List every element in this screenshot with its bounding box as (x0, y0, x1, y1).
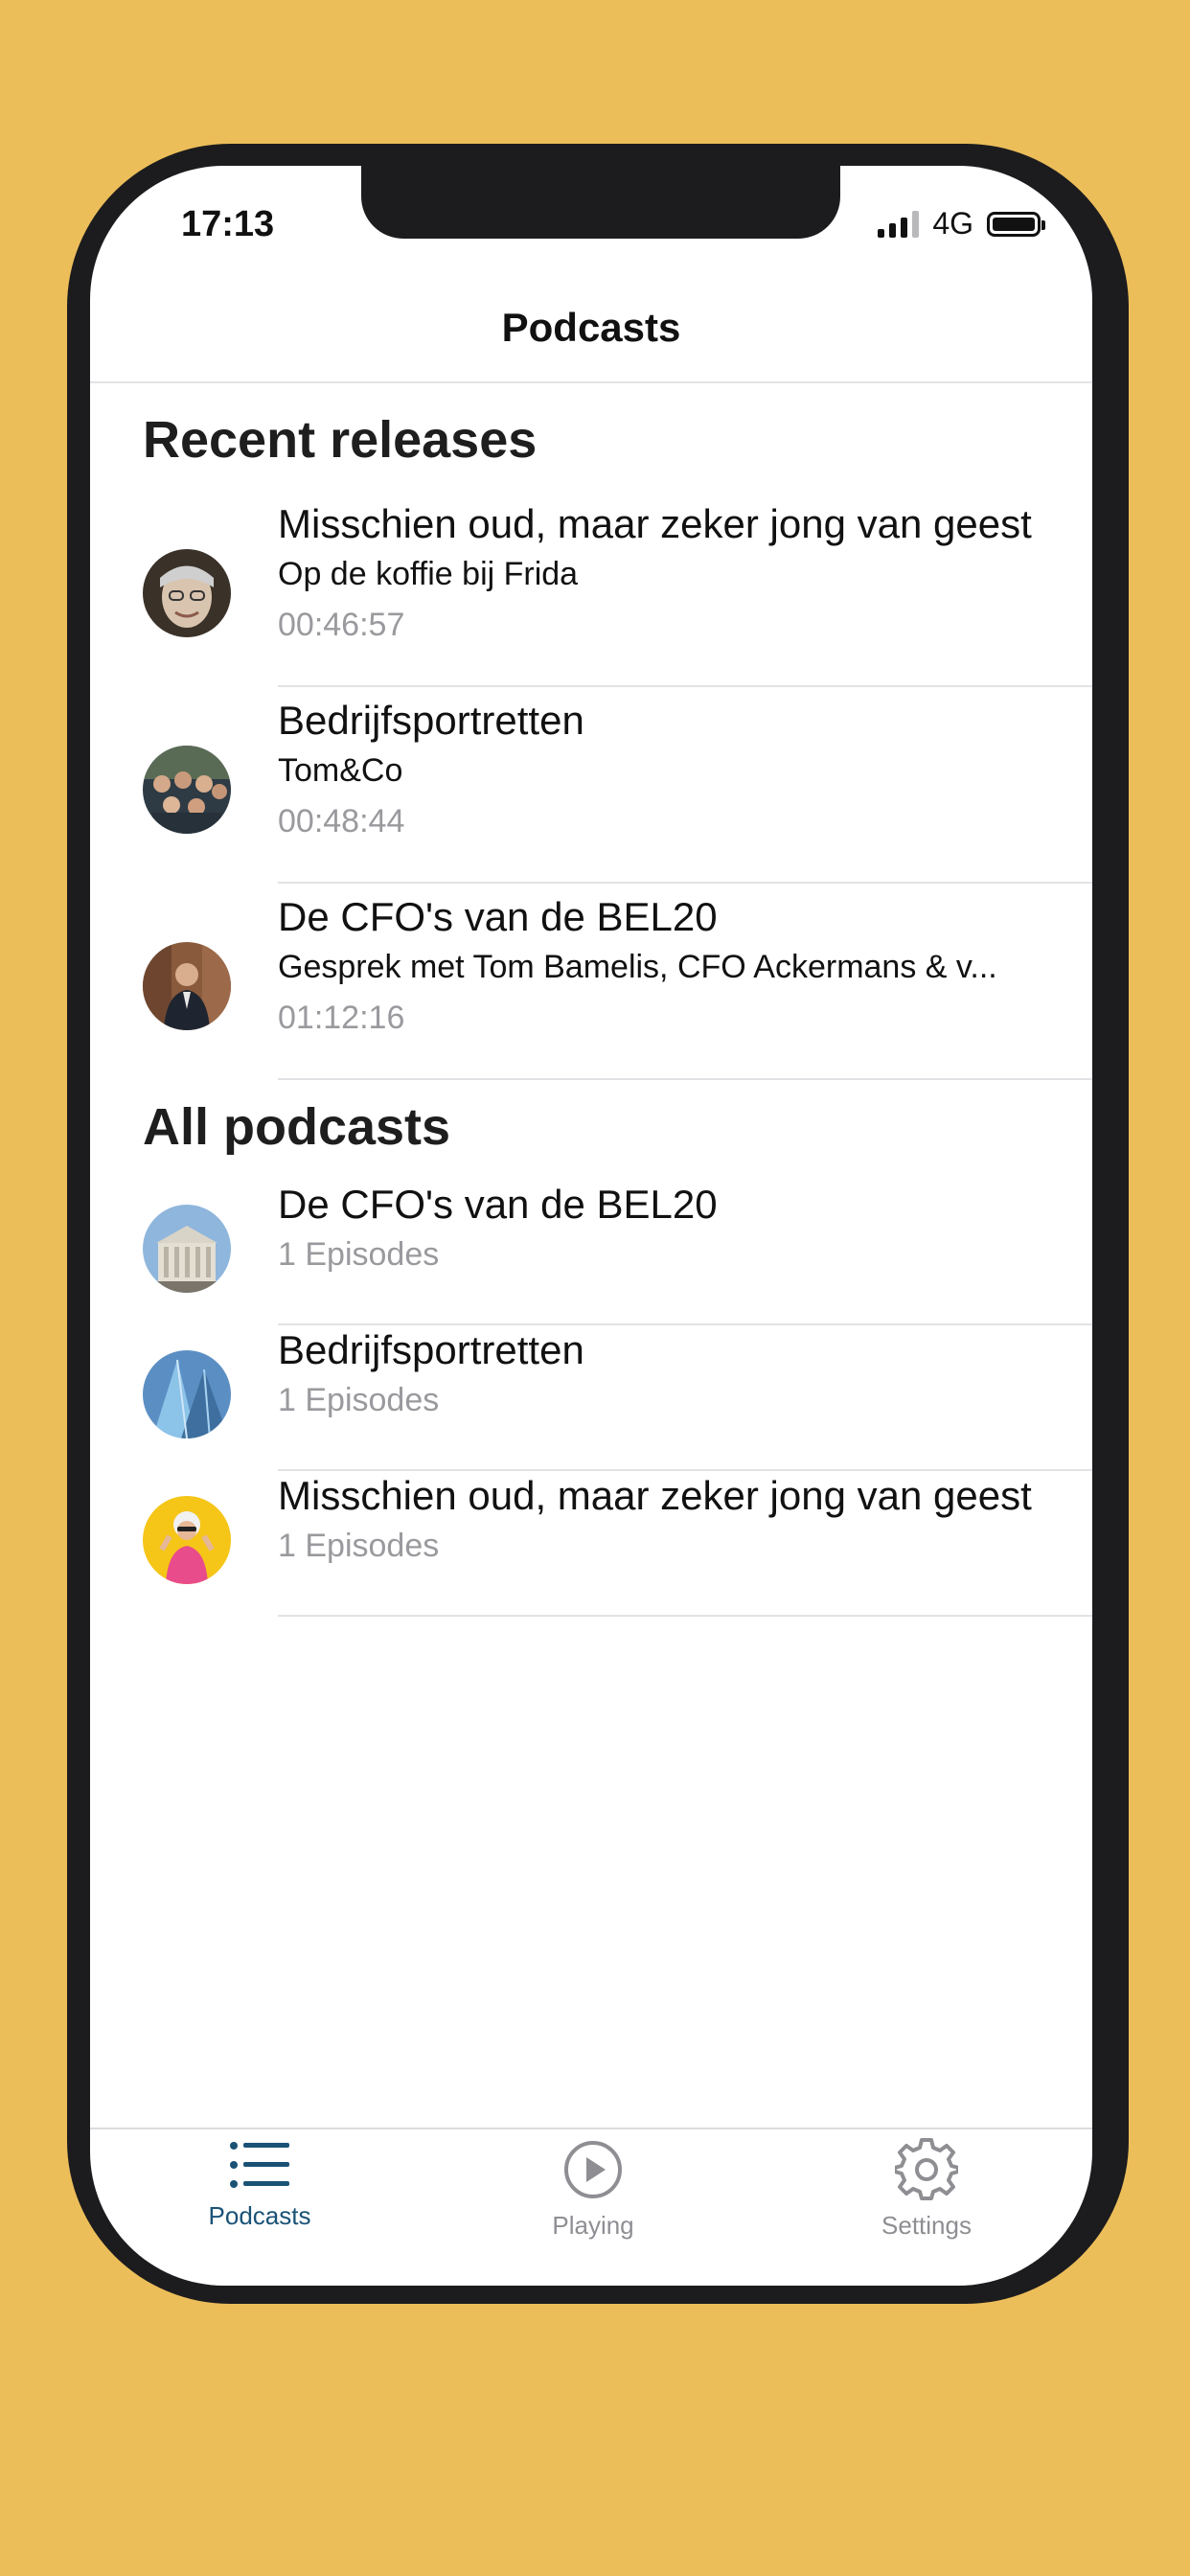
tabbar-divider (90, 2128, 1092, 2129)
battery-icon (987, 211, 1045, 237)
tab-playing[interactable]: Playing (469, 2138, 718, 2241)
app-screen: 17:13 4G Podcasts Recent releases Missch… (90, 166, 1092, 2286)
episode-title: Bedrijfsportretten (278, 698, 584, 743)
episode-duration: 01:12:16 (278, 1000, 405, 1036)
episode-count: 1 Episodes (278, 1528, 440, 1564)
episode-title: Misschien oud, maar zeker jong van geest (278, 501, 1032, 546)
network-type: 4G (932, 206, 973, 241)
podcast-title: Bedrijfsportretten (278, 1327, 584, 1372)
episode-duration: 00:46:57 (278, 607, 405, 643)
podcast-avatar (143, 942, 231, 1030)
tab-label: Settings (881, 2211, 972, 2240)
play-circle-icon (564, 2141, 622, 2198)
podcast-avatar (143, 549, 231, 637)
status-time: 17:13 (181, 204, 275, 244)
list-icon (230, 2142, 289, 2188)
row-divider (278, 1469, 1092, 1471)
gear-icon (895, 2138, 958, 2200)
section-header-recent: Recent releases (143, 411, 538, 469)
episode-subtitle: Gesprek met Tom Bamelis, CFO Ackermans &… (278, 949, 997, 985)
episode-title: De CFO's van de BEL20 (278, 894, 718, 939)
podcast-avatar (143, 1350, 231, 1438)
tab-label: Playing (552, 2211, 634, 2240)
podcast-avatar (143, 746, 231, 834)
episode-count: 1 Episodes (278, 1382, 440, 1418)
tab-podcasts[interactable]: Podcasts (135, 2138, 384, 2231)
episode-subtitle: Op de koffie bij Frida (278, 556, 579, 592)
episode-duration: 00:48:44 (278, 803, 405, 840)
row-divider (278, 1615, 1092, 1617)
podcast-avatar (143, 1496, 231, 1584)
page-title: Podcasts (501, 305, 681, 350)
podcast-row[interactable]: Bedrijfsportretten 1 Episodes (90, 1327, 1092, 1473)
episode-subtitle: Tom&Co (278, 752, 403, 789)
podcast-title: De CFO's van de BEL20 (278, 1182, 718, 1227)
recent-row[interactable]: De CFO's van de BEL20 Gesprek met Tom Ba… (90, 885, 1092, 1081)
podcast-row[interactable]: De CFO's van de BEL20 1 Episodes (90, 1182, 1092, 1327)
tab-settings[interactable]: Settings (802, 2138, 1051, 2241)
signal-icon (878, 210, 920, 238)
section-header-all: All podcasts (143, 1098, 451, 1156)
row-divider (278, 1323, 1092, 1325)
podcast-title: Misschien oud, maar zeker jong van geest (278, 1473, 1032, 1518)
podcast-row[interactable]: Misschien oud, maar zeker jong van geest… (90, 1473, 1092, 1619)
podcast-avatar (143, 1205, 231, 1293)
recent-row[interactable]: Bedrijfsportretten Tom&Co 00:48:44 (90, 688, 1092, 885)
notch (361, 166, 840, 239)
row-divider (278, 882, 1092, 884)
recent-row[interactable]: Misschien oud, maar zeker jong van geest… (90, 492, 1092, 688)
row-divider (278, 1078, 1092, 1080)
tab-label: Podcasts (208, 2201, 311, 2230)
episode-count: 1 Episodes (278, 1236, 440, 1273)
row-divider (278, 685, 1092, 687)
status-icons: 4G (878, 206, 1045, 242)
nav-divider (90, 381, 1092, 383)
